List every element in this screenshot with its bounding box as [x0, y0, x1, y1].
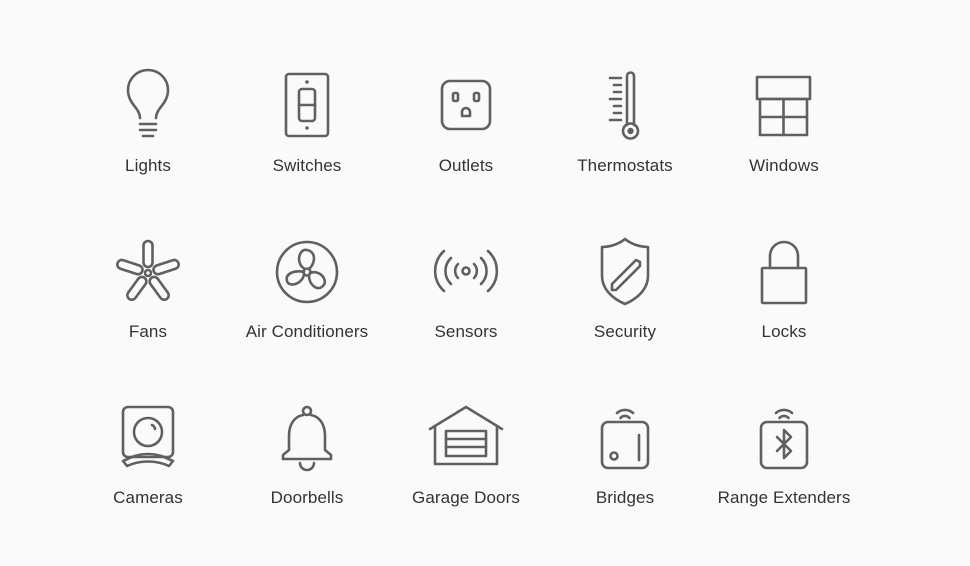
category-doorbells[interactable]: Doorbells	[227, 402, 387, 542]
category-label: Windows	[749, 156, 819, 175]
camera-icon	[121, 405, 175, 468]
category-air-conditioners[interactable]: Air Conditioners	[227, 236, 387, 376]
outlet-icon	[440, 79, 492, 131]
bell-icon	[281, 405, 333, 472]
thermometer-icon	[608, 71, 640, 140]
sensor-icon	[433, 249, 499, 293]
fan-icon	[116, 239, 180, 302]
category-outlets[interactable]: Outlets	[386, 70, 546, 210]
shield-icon	[600, 237, 650, 306]
garage-door-icon	[428, 405, 504, 466]
switch-icon	[284, 72, 330, 138]
air-conditioner-icon	[275, 240, 339, 304]
category-lights[interactable]: Lights	[68, 68, 228, 210]
window-icon	[755, 75, 812, 137]
bluetooth-icon	[775, 428, 793, 460]
category-locks[interactable]: Locks	[704, 236, 864, 376]
category-sensors[interactable]: Sensors	[386, 236, 546, 376]
category-label: Range Extenders	[717, 488, 851, 507]
category-bridges[interactable]: Bridges	[545, 402, 705, 542]
category-security[interactable]: Security	[545, 236, 705, 376]
category-switches[interactable]: Switches	[227, 70, 387, 210]
category-cameras[interactable]: Cameras	[68, 402, 228, 542]
lock-icon	[760, 240, 808, 305]
category-range-extenders[interactable]: Range Extenders	[704, 402, 864, 542]
category-label: Locks	[761, 322, 807, 341]
range-extender-icon	[759, 408, 809, 470]
bridge-icon	[600, 408, 650, 470]
category-fans[interactable]: Fans	[68, 236, 228, 376]
category-garage-doors[interactable]: Garage Doors	[386, 402, 546, 542]
lightbulb-icon	[126, 68, 170, 138]
category-windows[interactable]: Windows	[704, 70, 864, 210]
category-thermostats[interactable]: Thermostats	[545, 70, 705, 210]
